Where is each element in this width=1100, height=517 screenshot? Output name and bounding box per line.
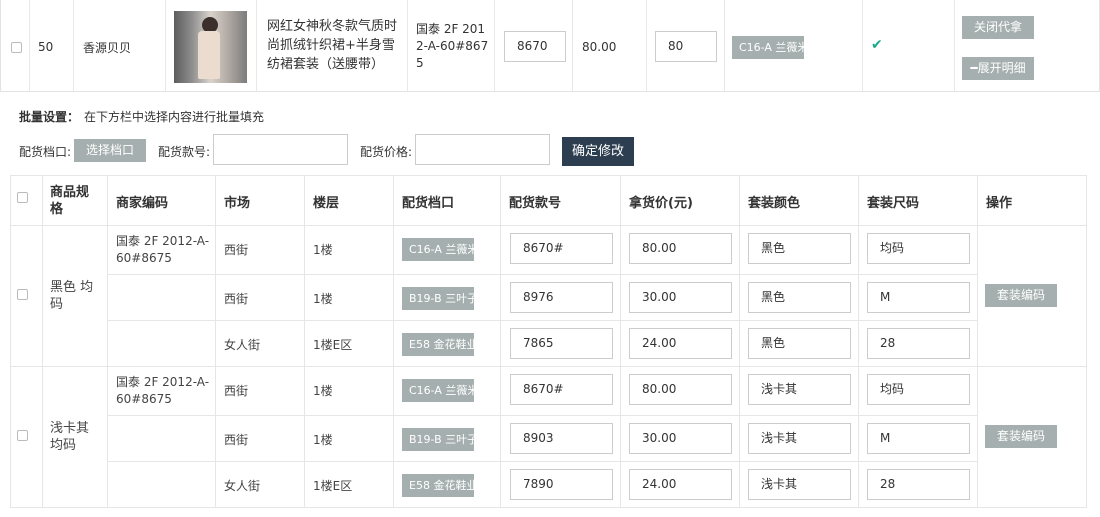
order-row: 50 香源贝贝 网红女神秋冬款气质时尚抓绒针织裙+半身雪纺裙套装（送腰带） 国泰… (0, 0, 1100, 92)
size-input[interactable]: 均码 (867, 374, 970, 405)
slot-label: 配货档口: (19, 145, 72, 159)
size-input[interactable]: M (867, 282, 970, 313)
price-input[interactable]: 30.00 (629, 282, 732, 313)
shop-cell: 香源贝贝 (74, 0, 166, 91)
batch-settings: 批量设置： 在下方栏中选择内容进行批量填充 配货档口: 选择档口 配货款号: 配… (0, 92, 1100, 172)
slot-tag[interactable]: B19-B 三叶子 (402, 287, 474, 310)
header-spec: 商品规格 (50, 185, 90, 217)
group-checkbox[interactable] (17, 289, 28, 300)
floor-cell: 1楼 (313, 433, 333, 447)
price-input[interactable]: 24.00 (629, 469, 732, 500)
floor-cell: 1楼E区 (313, 338, 353, 352)
header-action: 操作 (986, 196, 1013, 211)
style-number-input[interactable]: 8976 (510, 282, 613, 313)
price-input[interactable]: 24.00 (629, 328, 732, 359)
index-cell: 50 (30, 0, 74, 91)
price-label: 配货价格: (360, 145, 413, 159)
style-number-input[interactable]: 8670# (510, 233, 613, 264)
price-input-cell: 80 (647, 0, 725, 91)
group-checkbox[interactable] (17, 430, 28, 441)
batch-heading: 批量设置： (19, 110, 80, 124)
batch-style-input[interactable] (213, 134, 348, 165)
slot-tag[interactable]: C16-A 兰薇米 (732, 36, 804, 59)
style-number-input[interactable]: 7865 (510, 328, 613, 359)
price-input[interactable]: 80.00 (629, 233, 732, 264)
row-select-cell (1, 0, 30, 91)
row-index: 50 (38, 40, 54, 54)
header-style: 配货款号 (509, 196, 562, 211)
color-input[interactable]: 黑色 (748, 328, 851, 359)
size-input[interactable]: M (867, 423, 970, 454)
price-text: 80.00 (582, 40, 617, 54)
choose-slot-button[interactable]: 选择档口 (74, 139, 146, 162)
style-number-input[interactable]: 8903 (510, 423, 613, 454)
size-input[interactable]: 28 (867, 328, 970, 359)
spec-table: 商品规格 商家编码 市场 楼层 配货档口 配货款号 拿货价(元) 套装颜色 套装… (10, 175, 1087, 508)
price-input[interactable]: 80 (655, 31, 717, 62)
color-input[interactable]: 浅卡其 (748, 469, 851, 500)
action-cell: 关闭代拿 ━展开明细 (955, 0, 1100, 91)
spec-label: 黑色 均码 (50, 280, 94, 312)
expand-detail-button[interactable]: ━展开明细 (962, 57, 1034, 80)
style-cell: 8670 (495, 0, 573, 91)
header-code: 商家编码 (116, 196, 169, 211)
floor-cell: 1楼E区 (313, 479, 353, 493)
price-input[interactable]: 80.00 (629, 374, 732, 405)
floor-cell: 1楼 (313, 384, 333, 398)
product-title: 网红女神秋冬款气质时尚抓绒针织裙+半身雪纺裙套装（送腰带） (267, 19, 398, 72)
floor-cell: 1楼 (313, 243, 333, 257)
size-input[interactable]: 均码 (867, 233, 970, 264)
style-number-input[interactable]: 8670 (504, 31, 566, 62)
image-cell (166, 0, 257, 91)
style-number-input[interactable]: 8670# (510, 374, 613, 405)
market-cell: 西街 (224, 243, 249, 257)
price-cell: 80.00 (573, 0, 647, 91)
color-input[interactable]: 黑色 (748, 282, 851, 313)
market-cell: 西街 (224, 384, 249, 398)
merchant-code: 国泰 2F 2012-A-60#8675 (416, 22, 489, 70)
color-input[interactable]: 浅卡其 (748, 374, 851, 405)
style-label: 配货款号: (158, 145, 211, 159)
slot-tag[interactable]: E58 金花鞋业 (402, 474, 474, 497)
check-icon: ✔ (871, 37, 883, 53)
merchant-code: 国泰 2F 2012-A-60#8675 (116, 234, 210, 265)
style-number-input[interactable]: 7890 (510, 469, 613, 500)
select-all-checkbox[interactable] (17, 192, 28, 203)
header-color: 套装颜色 (748, 196, 801, 211)
floor-cell: 1楼 (313, 292, 333, 306)
header-market: 市场 (224, 196, 251, 211)
title-cell: 网红女神秋冬款气质时尚抓绒针织裙+半身雪纺裙套装（送腰带） (257, 0, 408, 91)
header-floor: 楼层 (313, 196, 340, 211)
merchant-code: 国泰 2F 2012-A-60#8675 (116, 375, 210, 406)
slot-tag[interactable]: B19-B 三叶子 (402, 428, 474, 451)
confirm-button[interactable]: 确定修改 (562, 137, 634, 166)
row-checkbox[interactable] (11, 42, 22, 53)
batch-price-input[interactable] (415, 134, 550, 165)
price-input[interactable]: 30.00 (629, 423, 732, 454)
size-input[interactable]: 28 (867, 469, 970, 500)
header-price: 拿货价(元) (629, 196, 693, 211)
market-cell: 女人街 (224, 479, 261, 493)
spec-label: 浅卡其 均码 (50, 421, 90, 453)
shop-name: 香源贝贝 (83, 41, 132, 55)
code-cell: 国泰 2F 2012-A-60#8675 (408, 0, 495, 91)
market-cell: 女人街 (224, 338, 261, 352)
slot-cell: C16-A 兰薇米 (725, 0, 863, 91)
header-slot: 配货档口 (402, 196, 455, 211)
market-cell: 西街 (224, 292, 249, 306)
status-cell: ✔ (863, 0, 955, 91)
color-input[interactable]: 浅卡其 (748, 423, 851, 454)
batch-hint: 在下方栏中选择内容进行批量填充 (84, 110, 265, 124)
header-size: 套装尺码 (867, 196, 920, 211)
slot-tag[interactable]: C16-A 兰薇米 (402, 238, 474, 261)
market-cell: 西街 (224, 433, 249, 447)
slot-tag[interactable]: C16-A 兰薇米 (402, 379, 474, 402)
slot-tag[interactable]: E58 金花鞋业 (402, 333, 474, 356)
suit-code-button[interactable]: 套装编码 (985, 425, 1057, 448)
product-image[interactable] (174, 11, 247, 83)
color-input[interactable]: 黑色 (748, 233, 851, 264)
close-agent-button[interactable]: 关闭代拿 (962, 16, 1034, 39)
suit-code-button[interactable]: 套装编码 (985, 284, 1057, 307)
